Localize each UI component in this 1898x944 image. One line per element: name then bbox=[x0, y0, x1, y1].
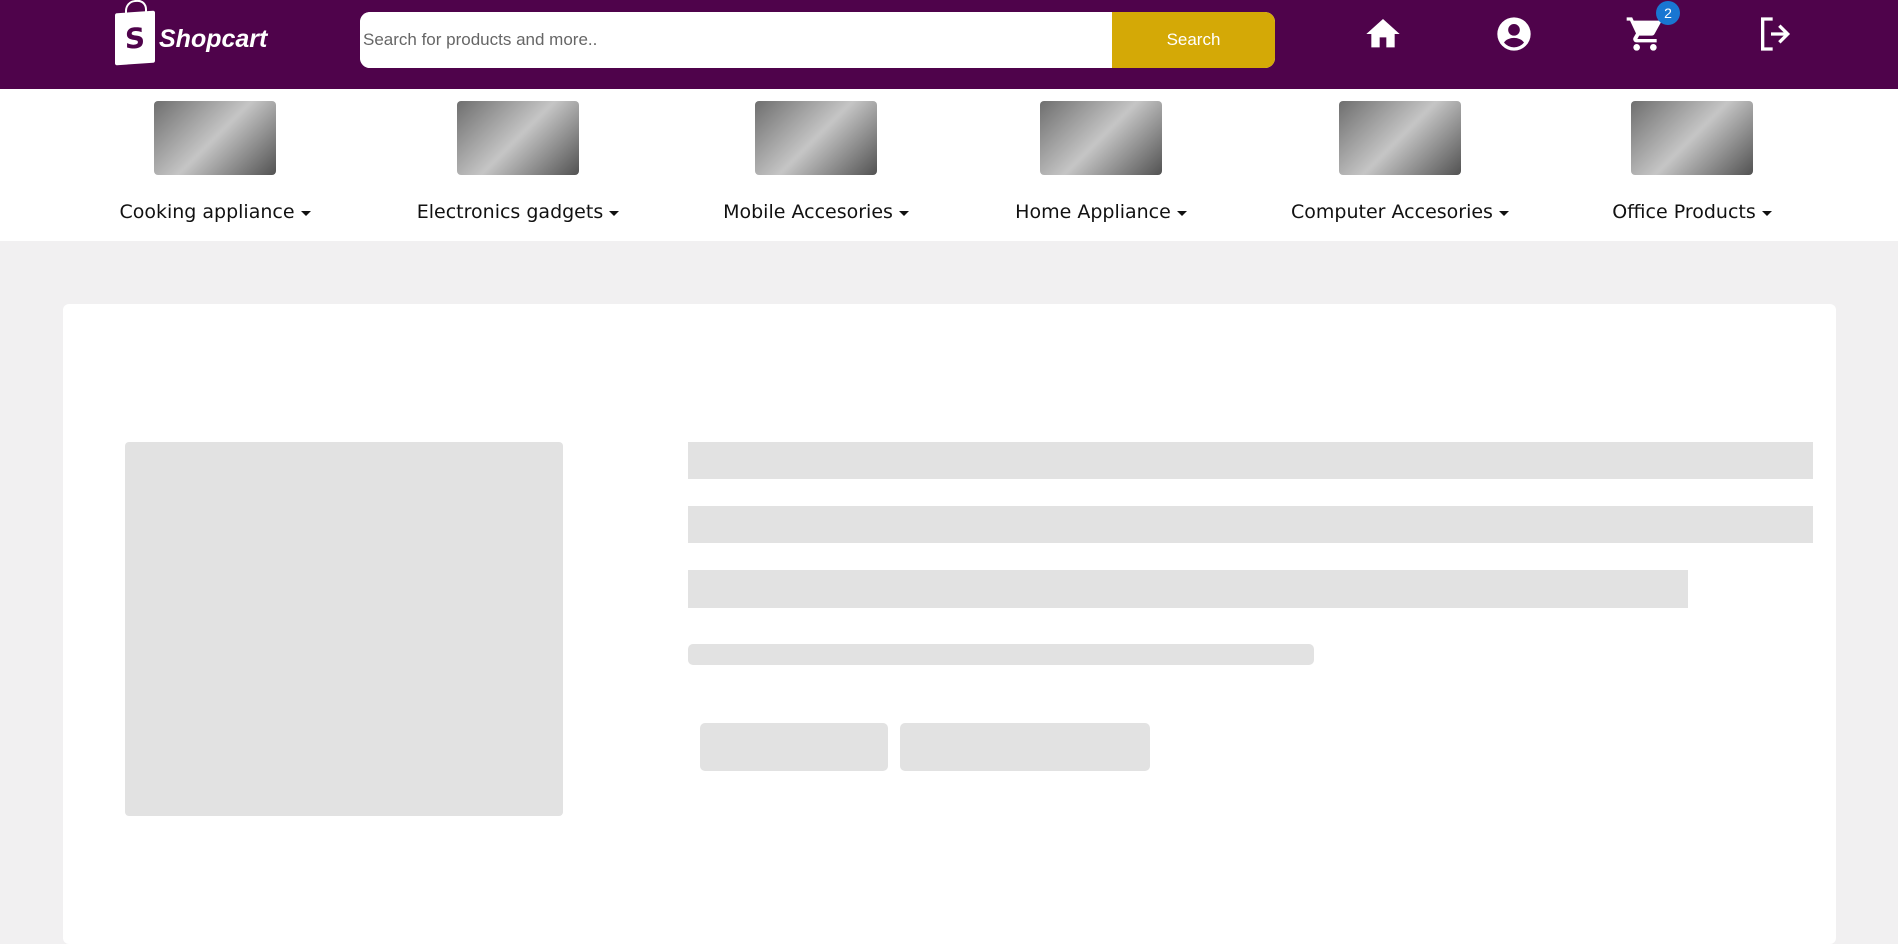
cart-count-badge: 2 bbox=[1656, 1, 1680, 25]
search-bar: Search bbox=[360, 12, 1275, 68]
skeleton-product-image bbox=[125, 442, 563, 816]
category-computer-accesories[interactable]: Computer Accesories bbox=[1290, 101, 1510, 223]
category-image bbox=[457, 101, 579, 175]
skeleton-text-line bbox=[688, 570, 1688, 608]
category-image bbox=[1339, 101, 1461, 175]
skeleton-text-line bbox=[688, 506, 1813, 543]
category-image bbox=[154, 101, 276, 175]
category-home-appliance[interactable]: Home Appliance bbox=[991, 101, 1211, 223]
category-image bbox=[1631, 101, 1753, 175]
category-office-products[interactable]: Office Products bbox=[1582, 101, 1802, 223]
category-label: Electronics gadgets bbox=[416, 201, 604, 223]
category-label: Office Products bbox=[1612, 201, 1756, 223]
caret-down-icon bbox=[300, 211, 311, 217]
account-icon[interactable] bbox=[1494, 14, 1534, 54]
category-label: Home Appliance bbox=[1015, 201, 1171, 223]
category-cooking-appliance[interactable]: Cooking appliance bbox=[105, 101, 325, 223]
shopcart-logo[interactable]: S Shopcart bbox=[115, 10, 268, 66]
category-image bbox=[1040, 101, 1162, 175]
logo-text: Shopcart bbox=[159, 25, 268, 53]
category-image bbox=[755, 101, 877, 175]
category-nav: Cooking appliance Electronics gadgets Mo… bbox=[0, 89, 1898, 241]
skeleton-title-line bbox=[688, 442, 1813, 479]
category-label: Cooking appliance bbox=[119, 201, 295, 223]
caret-down-icon bbox=[609, 211, 620, 217]
search-button[interactable]: Search bbox=[1112, 12, 1275, 68]
category-electronics-gadgets[interactable]: Electronics gadgets bbox=[408, 101, 628, 223]
caret-down-icon bbox=[1761, 211, 1772, 217]
skeleton-button bbox=[700, 723, 888, 771]
caret-down-icon bbox=[898, 211, 909, 217]
caret-down-icon bbox=[1176, 211, 1187, 217]
logout-icon[interactable] bbox=[1756, 14, 1796, 54]
category-label: Computer Accesories bbox=[1291, 201, 1493, 223]
caret-down-icon bbox=[1498, 211, 1509, 217]
shopping-bag-icon: S bbox=[115, 10, 155, 66]
search-input[interactable] bbox=[360, 12, 1112, 68]
home-icon[interactable] bbox=[1363, 14, 1403, 54]
skeleton-price-line bbox=[688, 644, 1314, 665]
top-header: S Shopcart Search 2 bbox=[0, 0, 1898, 89]
skeleton-button bbox=[900, 723, 1150, 771]
category-mobile-accesories[interactable]: Mobile Accesories bbox=[706, 101, 926, 223]
category-label: Mobile Accesories bbox=[723, 201, 893, 223]
